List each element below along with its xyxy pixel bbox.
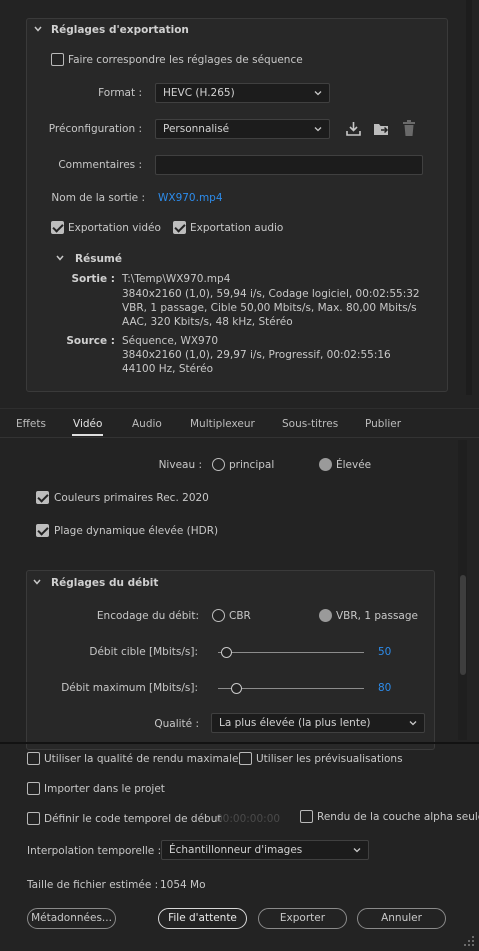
hdr-checkbox[interactable] (36, 524, 49, 537)
import-project-label: Importer dans le projet (44, 783, 165, 795)
tab-multiplexer[interactable]: Multiplexeur (190, 416, 255, 432)
cancel-button[interactable]: Annuler (357, 908, 446, 929)
file-size-label: Taille de fichier estimée : (27, 879, 159, 891)
match-sequence-checkbox[interactable] (51, 53, 64, 66)
start-timecode-field[interactable]: 00:00:00:00 (216, 812, 280, 826)
summary-output-line: VBR, 1 passage, Cible 50,00 Mbits/s, Max… (122, 302, 417, 314)
delete-preset-icon[interactable] (401, 119, 417, 137)
export-audio-label: Exportation audio (190, 222, 284, 234)
level-label: Niveau : (158, 459, 202, 471)
comments-label: Commentaires : (58, 159, 142, 171)
export-settings-title: Réglages d'exportation (51, 24, 189, 36)
format-select[interactable]: HEVC (H.265) (155, 83, 330, 103)
tab-captions[interactable]: Sous-titres (282, 416, 338, 432)
output-name-link[interactable]: WX970.mp4 (158, 191, 223, 205)
summary-source-label: Source : (66, 335, 115, 347)
tab-publish[interactable]: Publier (365, 416, 401, 432)
format-value: HEVC (H.265) (163, 87, 235, 99)
vbr-radio[interactable] (319, 609, 332, 622)
vbr-label: VBR, 1 passage (336, 610, 418, 622)
export-video-checkbox[interactable] (51, 221, 64, 234)
chevron-down-icon (353, 848, 361, 853)
output-name-label: Nom de la sortie : (51, 192, 145, 204)
alpha-only-checkbox[interactable] (300, 810, 313, 823)
preset-select[interactable]: Personnalisé (155, 119, 330, 139)
max-render-quality-checkbox[interactable] (27, 752, 40, 765)
scrollbar-upper[interactable] (466, 0, 472, 395)
summary-source-line: 3840x2160 (1,0), 29,97 i/s, Progressif, … (122, 349, 391, 361)
summary-output-line: 3840x2160 (1,0), 59,94 i/s, Codage logic… (122, 288, 420, 300)
export-video-label: Exportation vidéo (68, 222, 161, 234)
preset-label: Préconfiguration : (48, 123, 142, 135)
quality-select[interactable]: La plus élevée (la plus lente) (211, 713, 425, 733)
hdr-label: Plage dynamique élevée (HDR) (54, 525, 219, 537)
time-interpolation-select[interactable]: Échantillonneur d'images (161, 840, 369, 860)
target-bitrate-label: Débit cible [Mbits/s]: (89, 646, 198, 658)
max-bitrate-label: Débit maximum [Mbits/s]: (61, 682, 198, 694)
quality-value: La plus élevée (la plus lente) (219, 717, 371, 729)
use-previews-checkbox[interactable] (239, 752, 252, 765)
max-render-quality-label: Utiliser la qualité de rendu maximale (44, 753, 239, 765)
start-timecode-checkbox[interactable] (27, 812, 40, 825)
import-preset-icon[interactable] (372, 120, 391, 137)
summary-output-line: T:\Temp\WX970.mp4 (122, 273, 231, 285)
tab-active-underline (72, 434, 103, 436)
chevron-down-icon[interactable] (33, 24, 43, 34)
comments-input[interactable] (155, 155, 423, 175)
chevron-down-icon (314, 127, 322, 132)
resize-grip-icon[interactable] (462, 934, 476, 948)
summary-title: Résumé (75, 253, 122, 265)
time-interpolation-label: Interpolation temporelle : (27, 845, 162, 857)
export-button[interactable]: Exporter (258, 908, 347, 929)
section-divider (0, 742, 479, 744)
summary-source-line: Séquence, WX970 (122, 335, 219, 347)
import-project-checkbox[interactable] (27, 782, 40, 795)
summary-output-label: Sortie : (71, 273, 115, 285)
chevron-down-icon[interactable] (55, 253, 65, 263)
tab-video[interactable]: Vidéo (73, 416, 102, 432)
target-bitrate-value[interactable]: 50 (378, 645, 391, 659)
format-label: Format : (98, 87, 142, 99)
cbr-label: CBR (229, 610, 251, 622)
rec2020-checkbox[interactable] (36, 491, 49, 504)
cbr-radio[interactable] (212, 609, 225, 622)
level-high-label: Élevée (336, 459, 372, 471)
quality-label: Qualité : (154, 718, 199, 730)
match-sequence-label: Faire correspondre les réglages de séque… (68, 54, 303, 66)
rec2020-label: Couleurs primaires Rec. 2020 (54, 492, 209, 504)
summary-source-line: 44100 Hz, Stéréo (122, 363, 214, 375)
start-timecode-label: Définir le code temporel de début (44, 813, 222, 825)
bitrate-title: Réglages du débit (51, 577, 159, 589)
target-bitrate-track[interactable] (218, 652, 364, 653)
level-main-label: principal (229, 459, 275, 471)
time-interpolation-value: Échantillonneur d'images (169, 844, 303, 856)
export-audio-checkbox[interactable] (173, 221, 186, 234)
scrollbar-lower-thumb[interactable] (460, 575, 466, 675)
max-bitrate-value[interactable]: 80 (378, 681, 391, 695)
alpha-only-label: Rendu de la couche alpha seule (317, 811, 479, 823)
use-previews-label: Utiliser les prévisualisations (256, 753, 403, 765)
level-main-radio[interactable] (212, 458, 225, 471)
file-size-value: 1054 Mo (160, 879, 206, 891)
metadata-button[interactable]: Métadonnées... (27, 908, 116, 929)
chevron-down-icon[interactable] (32, 577, 42, 587)
save-preset-icon[interactable] (345, 120, 362, 137)
queue-button[interactable]: File d'attente (158, 908, 247, 929)
chevron-down-icon (314, 91, 322, 96)
tab-audio[interactable]: Audio (132, 416, 162, 432)
chevron-down-icon (409, 721, 417, 726)
bitrate-encoding-label: Encodage du débit: (96, 610, 199, 622)
preset-value: Personnalisé (163, 123, 230, 135)
summary-output-line: AAC, 320 Kbits/s, 48 kHz, Stéréo (122, 316, 293, 328)
level-high-radio[interactable] (319, 458, 332, 471)
tab-effects[interactable]: Effets (16, 416, 46, 432)
